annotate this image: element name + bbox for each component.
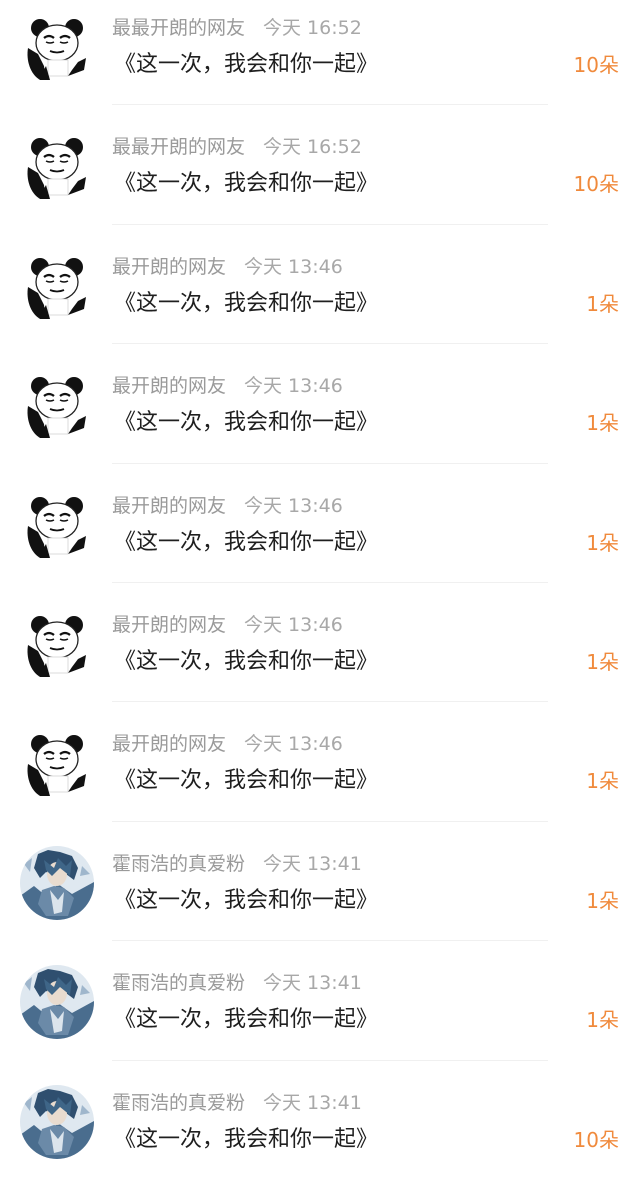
divider <box>112 701 548 703</box>
username[interactable]: 最开朗的网友 <box>112 733 226 755</box>
panda-avatar-icon <box>20 10 94 84</box>
avatar[interactable] <box>20 129 94 204</box>
timestamp: 今天 13:41 <box>263 1091 362 1114</box>
message-title: 《这一次，我会和你一起》 <box>114 290 379 316</box>
message-title: 《这一次，我会和你一起》 <box>114 887 379 913</box>
panda-avatar-icon <box>20 726 94 801</box>
avatar[interactable] <box>20 845 94 920</box>
panda-avatar-icon <box>20 606 94 681</box>
username[interactable]: 最最开朗的网友 <box>112 17 245 39</box>
avatar[interactable] <box>20 606 94 681</box>
message-meta: 霍雨浩的真爱粉 今天 13:41 <box>112 1089 362 1117</box>
divider <box>112 581 548 583</box>
message-meta: 最开朗的网友 今天 13:46 <box>112 372 343 400</box>
divider <box>112 462 548 464</box>
panda-avatar-icon <box>20 248 94 323</box>
timestamp: 今天 16:52 <box>263 136 362 159</box>
divider <box>112 104 548 106</box>
message-title: 《这一次，我会和你一起》 <box>114 410 379 436</box>
avatar[interactable] <box>20 368 94 443</box>
anime-avatar-icon <box>20 965 94 1040</box>
list-item[interactable]: 最开朗的网友 今天 13:46 《这一次，我会和你一起》 1朵 <box>0 358 640 477</box>
message-meta: 最开朗的网友 今天 13:46 <box>112 253 343 281</box>
gift-count: 1朵 <box>586 530 619 555</box>
timestamp: 今天 13:46 <box>244 733 343 756</box>
list-item[interactable]: 霍雨浩的真爱粉 今天 13:41 《这一次，我会和你一起》 1朵 <box>0 955 640 1074</box>
message-title: 《这一次，我会和你一起》 <box>114 768 379 794</box>
gift-count: 1朵 <box>586 888 619 913</box>
timestamp: 今天 13:41 <box>263 852 362 875</box>
gift-count: 10朵 <box>573 53 619 77</box>
panda-avatar-icon <box>20 487 94 562</box>
username[interactable]: 霍雨浩的真爱粉 <box>112 1092 245 1114</box>
avatar[interactable] <box>20 965 94 1040</box>
avatar[interactable] <box>20 726 94 801</box>
message-meta: 最开朗的网友 今天 13:46 <box>112 611 343 639</box>
message-meta: 霍雨浩的真爱粉 今天 13:41 <box>112 969 362 997</box>
panda-avatar-icon <box>20 368 94 443</box>
username[interactable]: 最开朗的网友 <box>112 375 226 397</box>
list-item[interactable]: 最开朗的网友 今天 13:46 《这一次，我会和你一起》 1朵 <box>0 716 640 835</box>
message-meta: 最开朗的网友 今天 13:46 <box>112 492 343 520</box>
gift-count: 1朵 <box>586 411 619 436</box>
message-title: 《这一次，我会和你一起》 <box>114 529 379 555</box>
message-title: 《这一次，我会和你一起》 <box>114 648 379 674</box>
list-item[interactable]: 霍雨浩的真爱粉 今天 13:41 《这一次，我会和你一起》 10朵 <box>0 1075 640 1194</box>
username[interactable]: 最开朗的网友 <box>112 495 226 517</box>
panda-avatar-icon <box>20 129 94 204</box>
timestamp: 今天 13:46 <box>244 494 343 517</box>
timestamp: 今天 13:46 <box>244 375 343 398</box>
username[interactable]: 最开朗的网友 <box>112 614 226 636</box>
username[interactable]: 最最开朗的网友 <box>112 136 245 158</box>
divider <box>112 1059 548 1061</box>
avatar[interactable] <box>20 10 94 84</box>
gift-count: 1朵 <box>586 649 619 674</box>
anime-avatar-icon <box>20 1084 94 1159</box>
gift-count: 1朵 <box>586 291 619 316</box>
list-item[interactable]: 霍雨浩的真爱粉 今天 13:41 《这一次，我会和你一起》 1朵 <box>0 836 640 955</box>
divider <box>112 223 548 225</box>
username[interactable]: 霍雨浩的真爱粉 <box>112 853 245 875</box>
message-meta: 霍雨浩的真爱粉 今天 13:41 <box>112 850 362 878</box>
message-meta: 最最开朗的网友 今天 16:52 <box>112 14 362 42</box>
timestamp: 今天 13:46 <box>244 255 343 278</box>
timestamp: 今天 13:46 <box>244 613 343 636</box>
list-item[interactable]: 最开朗的网友 今天 13:46 《这一次，我会和你一起》 1朵 <box>0 597 640 716</box>
list-item[interactable]: 最开朗的网友 今天 13:46 《这一次，我会和你一起》 1朵 <box>0 239 640 358</box>
divider <box>112 343 548 345</box>
avatar[interactable] <box>20 487 94 562</box>
divider <box>112 820 548 822</box>
list-item[interactable]: 最最开朗的网友 今天 16:52 《这一次，我会和你一起》 10朵 <box>0 119 640 238</box>
message-meta: 最开朗的网友 今天 13:46 <box>112 730 343 758</box>
message-meta: 最最开朗的网友 今天 16:52 <box>112 133 362 161</box>
gift-count: 10朵 <box>573 172 619 197</box>
avatar[interactable] <box>20 1084 94 1159</box>
gift-count: 1朵 <box>586 1008 619 1033</box>
gift-count: 1朵 <box>586 769 619 794</box>
gift-count: 10朵 <box>573 1127 619 1152</box>
message-title: 《这一次，我会和你一起》 <box>114 1126 379 1152</box>
timestamp: 今天 13:41 <box>263 972 362 995</box>
list-item[interactable]: 最开朗的网友 今天 13:46 《这一次，我会和你一起》 1朵 <box>0 478 640 597</box>
message-title: 《这一次，我会和你一起》 <box>114 171 379 197</box>
username[interactable]: 最开朗的网友 <box>112 256 226 278</box>
avatar[interactable] <box>20 248 94 323</box>
anime-avatar-icon <box>20 845 94 920</box>
message-title: 《这一次，我会和你一起》 <box>114 52 379 77</box>
message-title: 《这一次，我会和你一起》 <box>114 1007 379 1033</box>
gift-message-list: 最最开朗的网友 今天 16:52 《这一次，我会和你一起》 10朵 最最开朗的网… <box>0 0 640 1164</box>
username[interactable]: 霍雨浩的真爱粉 <box>112 972 245 994</box>
divider <box>112 940 548 942</box>
timestamp: 今天 16:52 <box>263 17 362 39</box>
list-item[interactable]: 最最开朗的网友 今天 16:52 《这一次，我会和你一起》 10朵 <box>0 0 640 119</box>
